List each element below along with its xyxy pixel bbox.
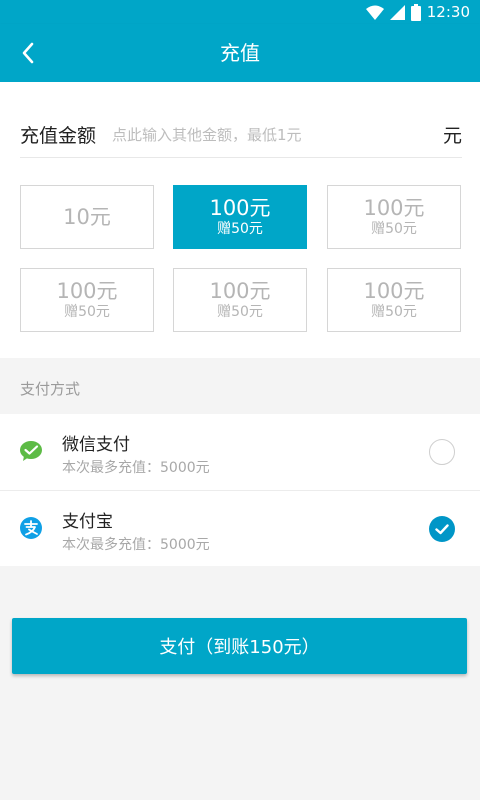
alipay-icon <box>20 517 42 539</box>
radio-unchecked[interactable] <box>429 439 455 465</box>
status-bar: 12:30 <box>0 0 480 24</box>
option-amount: 100元 <box>363 279 425 303</box>
option-bonus: 赠50元 <box>217 304 263 320</box>
amount-label: 充值金额 <box>20 125 97 147</box>
back-button[interactable] <box>8 33 48 73</box>
wifi-icon <box>365 5 384 20</box>
chevron-left-icon <box>22 42 34 64</box>
payment-option-alipay[interactable]: 支付宝 本次最多充值：5000元 <box>0 490 480 566</box>
option-bonus: 赠50元 <box>371 221 417 237</box>
payment-limit: 本次最多充值：5000元 <box>62 537 210 553</box>
payment-name: 支付宝 <box>62 512 113 532</box>
radio-checked[interactable] <box>429 516 455 542</box>
amount-option-6[interactable]: 100元 赠50元 <box>327 268 461 332</box>
payment-name: 微信支付 <box>62 435 130 455</box>
pay-button[interactable]: 支付（到账150元） <box>12 618 467 674</box>
option-amount: 100元 <box>209 196 271 220</box>
page-title: 充值 <box>220 41 260 65</box>
amount-option-4[interactable]: 100元 赠50元 <box>20 268 154 332</box>
status-time: 12:30 <box>426 3 470 21</box>
amount-input[interactable] <box>112 125 443 144</box>
amount-option-3[interactable]: 100元 赠50元 <box>327 185 461 249</box>
payment-option-wechat[interactable]: 微信支付 本次最多充值：5000元 <box>0 414 480 490</box>
payment-method-list: 微信支付 本次最多充值：5000元 支付宝 本次最多充值：5000元 <box>0 414 480 566</box>
amount-option-1[interactable]: 10元 <box>20 185 154 249</box>
signal-icon <box>389 4 405 20</box>
option-amount: 10元 <box>63 205 111 229</box>
amount-unit: 元 <box>442 125 462 147</box>
payment-limit: 本次最多充值：5000元 <box>62 460 210 476</box>
checkmark-icon <box>435 523 449 534</box>
status-icons: 12:30 <box>365 3 470 21</box>
option-amount: 100元 <box>209 279 271 303</box>
option-bonus: 赠50元 <box>64 304 110 320</box>
wechat-pay-icon <box>20 440 42 462</box>
option-amount: 100元 <box>56 279 118 303</box>
option-bonus: 赠50元 <box>217 221 263 237</box>
amount-section: 充值金额 元 10元 100元 赠50元 100元 赠50元 100元 赠50元… <box>0 82 480 358</box>
option-amount: 100元 <box>363 196 425 220</box>
option-bonus: 赠50元 <box>371 304 417 320</box>
app-bar: 充值 <box>0 24 480 82</box>
amount-row: 充值金额 元 <box>20 112 462 158</box>
amount-option-2[interactable]: 100元 赠50元 <box>173 185 307 249</box>
payment-section-header: 支付方式 <box>20 380 81 398</box>
amount-option-5[interactable]: 100元 赠50元 <box>173 268 307 332</box>
battery-icon <box>410 3 421 21</box>
